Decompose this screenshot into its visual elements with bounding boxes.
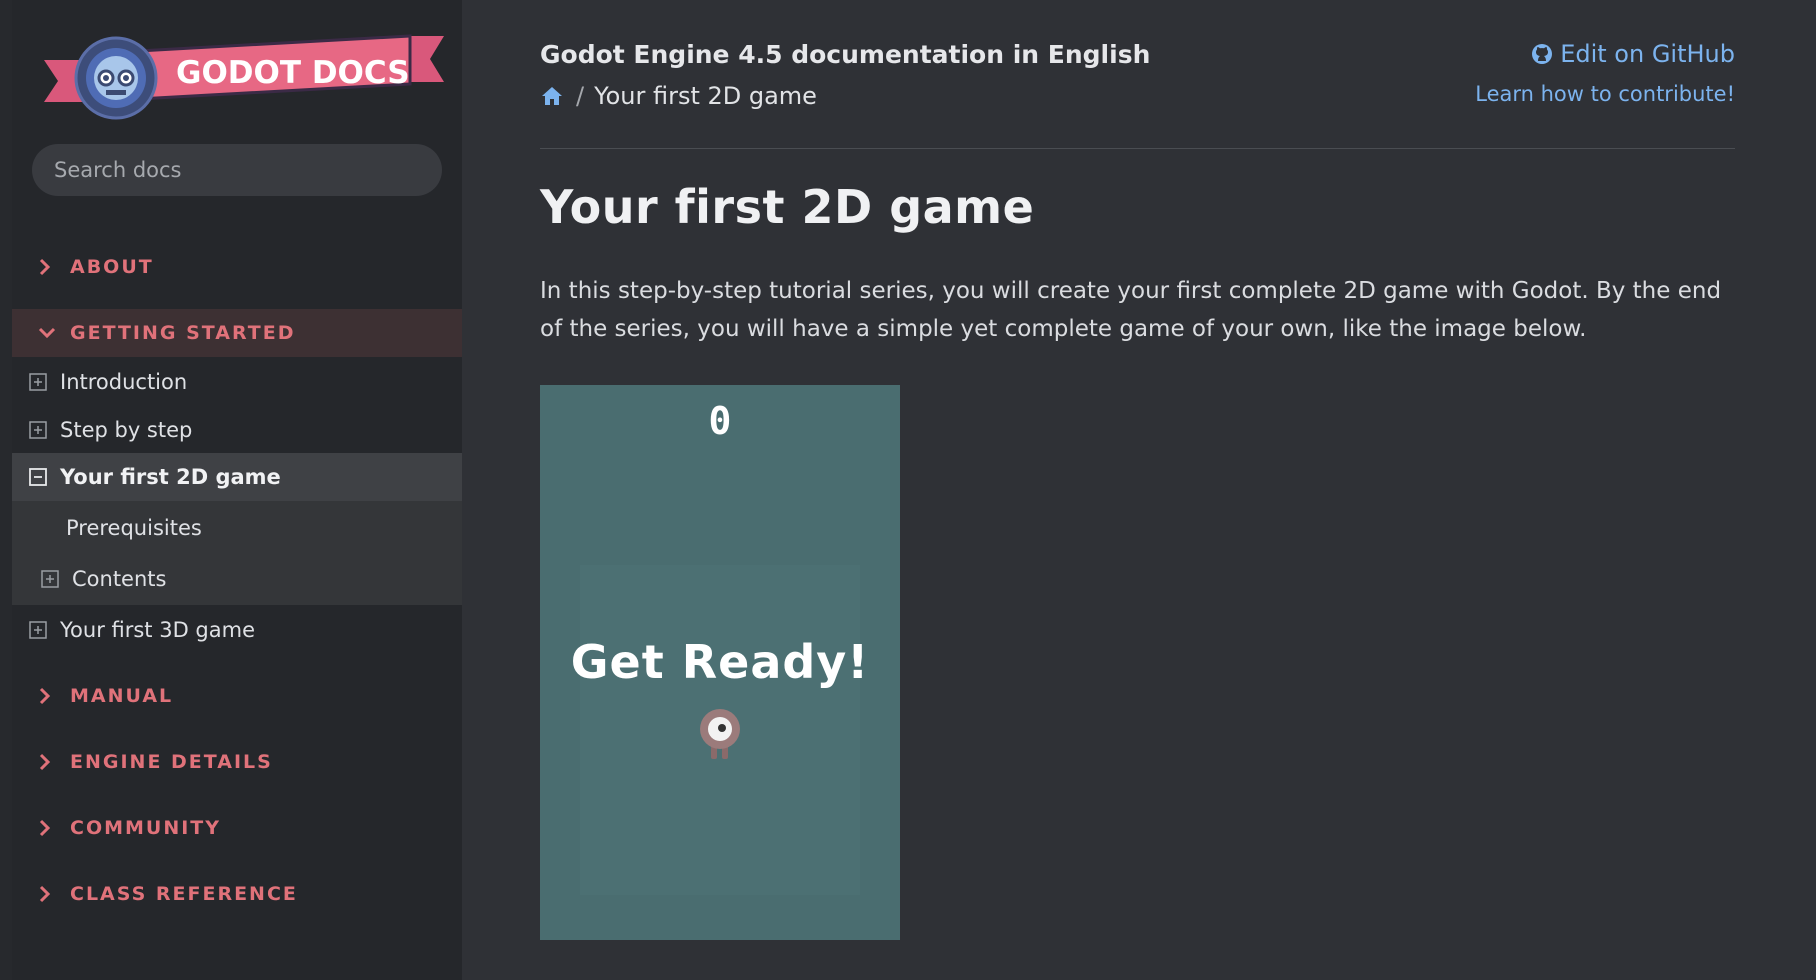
learn-how-to-contribute-link[interactable]: Learn how to contribute! <box>1475 82 1735 106</box>
game-get-ready-message: Get Ready! <box>570 635 870 689</box>
sidebar-section-label: ENGINE DETAILS <box>70 751 273 773</box>
plus-box-icon[interactable] <box>40 569 60 589</box>
home-icon[interactable] <box>540 84 564 108</box>
plus-box-icon[interactable] <box>28 372 48 392</box>
sidebar-item-label: Contents <box>72 567 167 591</box>
sidebar-section-class-reference[interactable]: CLASS REFERENCE <box>12 870 462 918</box>
breadcrumb-current: Your first 2D game <box>594 82 817 110</box>
sidebar-section-manual[interactable]: MANUAL <box>12 672 462 720</box>
sidebar: GODOT DOCS Search docs ABOUT GETTING STA… <box>12 0 462 980</box>
intro-paragraph: In this step-by-step tutorial series, yo… <box>540 278 1722 342</box>
chevron-right-icon <box>38 258 60 276</box>
sidebar-item-introduction[interactable]: Introduction <box>12 358 462 406</box>
minus-box-icon[interactable] <box>28 467 48 487</box>
sidebar-item-label: Prerequisites <box>66 516 202 540</box>
page-title: Your first 2D game <box>540 180 1035 234</box>
breadcrumb-separator: / <box>576 82 585 110</box>
window-edge <box>0 0 12 980</box>
sidebar-section-label: CLASS REFERENCE <box>70 883 298 905</box>
logo-graphic: GODOT DOCS <box>44 34 444 120</box>
breadcrumb: / Your first 2D game <box>540 82 817 110</box>
doc-title: Godot Engine 4.5 documentation in Englis… <box>540 40 1151 69</box>
sidebar-section-label: GETTING STARTED <box>70 322 296 344</box>
chevron-right-icon <box>38 687 60 705</box>
sidebar-item-label: Your first 2D game <box>60 465 281 489</box>
edit-on-github-link[interactable]: Edit on GitHub <box>1530 40 1735 68</box>
sidebar-section-engine-details[interactable]: ENGINE DETAILS <box>12 738 462 786</box>
sidebar-item-your-first-3d-game[interactable]: Your first 3D game <box>12 606 462 654</box>
sidebar-section-label: ABOUT <box>70 256 154 278</box>
sidebar-section-getting-started[interactable]: GETTING STARTED <box>12 309 462 357</box>
chevron-right-icon <box>38 819 60 837</box>
docs-page: GODOT DOCS Search docs ABOUT GETTING STA… <box>0 0 1816 980</box>
header-divider <box>540 148 1735 149</box>
sidebar-item-prerequisites[interactable]: Prerequisites <box>12 504 462 552</box>
game-score: 0 <box>708 399 732 443</box>
chevron-right-icon <box>38 885 60 903</box>
page-actions: Edit on GitHub Learn how to contribute! <box>1475 40 1735 106</box>
github-icon <box>1530 42 1554 66</box>
sidebar-item-contents[interactable]: Contents <box>12 555 462 603</box>
sidebar-item-your-first-2d-game[interactable]: Your first 2D game <box>12 453 462 501</box>
sidebar-item-label: Introduction <box>60 370 188 394</box>
main-content: Godot Engine 4.5 documentation in Englis… <box>540 0 1735 980</box>
sidebar-item-step-by-step[interactable]: Step by step <box>12 406 462 454</box>
sidebar-section-label: MANUAL <box>70 685 174 707</box>
chevron-down-icon <box>38 326 60 340</box>
sidebar-item-label: Step by step <box>60 418 193 442</box>
sidebar-section-label: COMMUNITY <box>70 817 222 839</box>
chevron-right-icon <box>38 753 60 771</box>
sidebar-section-community[interactable]: COMMUNITY <box>12 804 462 852</box>
game-screenshot-image: 0 Get Ready! <box>540 385 900 940</box>
edit-on-github-label: Edit on GitHub <box>1560 40 1735 68</box>
sidebar-item-label: Your first 3D game <box>60 618 255 642</box>
godot-docs-logo[interactable]: GODOT DOCS <box>44 30 444 120</box>
logo-text: GODOT DOCS <box>176 55 410 91</box>
sidebar-section-about[interactable]: ABOUT <box>12 243 462 291</box>
player-character-icon <box>700 709 740 759</box>
search-input[interactable]: Search docs <box>32 144 442 196</box>
plus-box-icon[interactable] <box>28 620 48 640</box>
plus-box-icon[interactable] <box>28 420 48 440</box>
